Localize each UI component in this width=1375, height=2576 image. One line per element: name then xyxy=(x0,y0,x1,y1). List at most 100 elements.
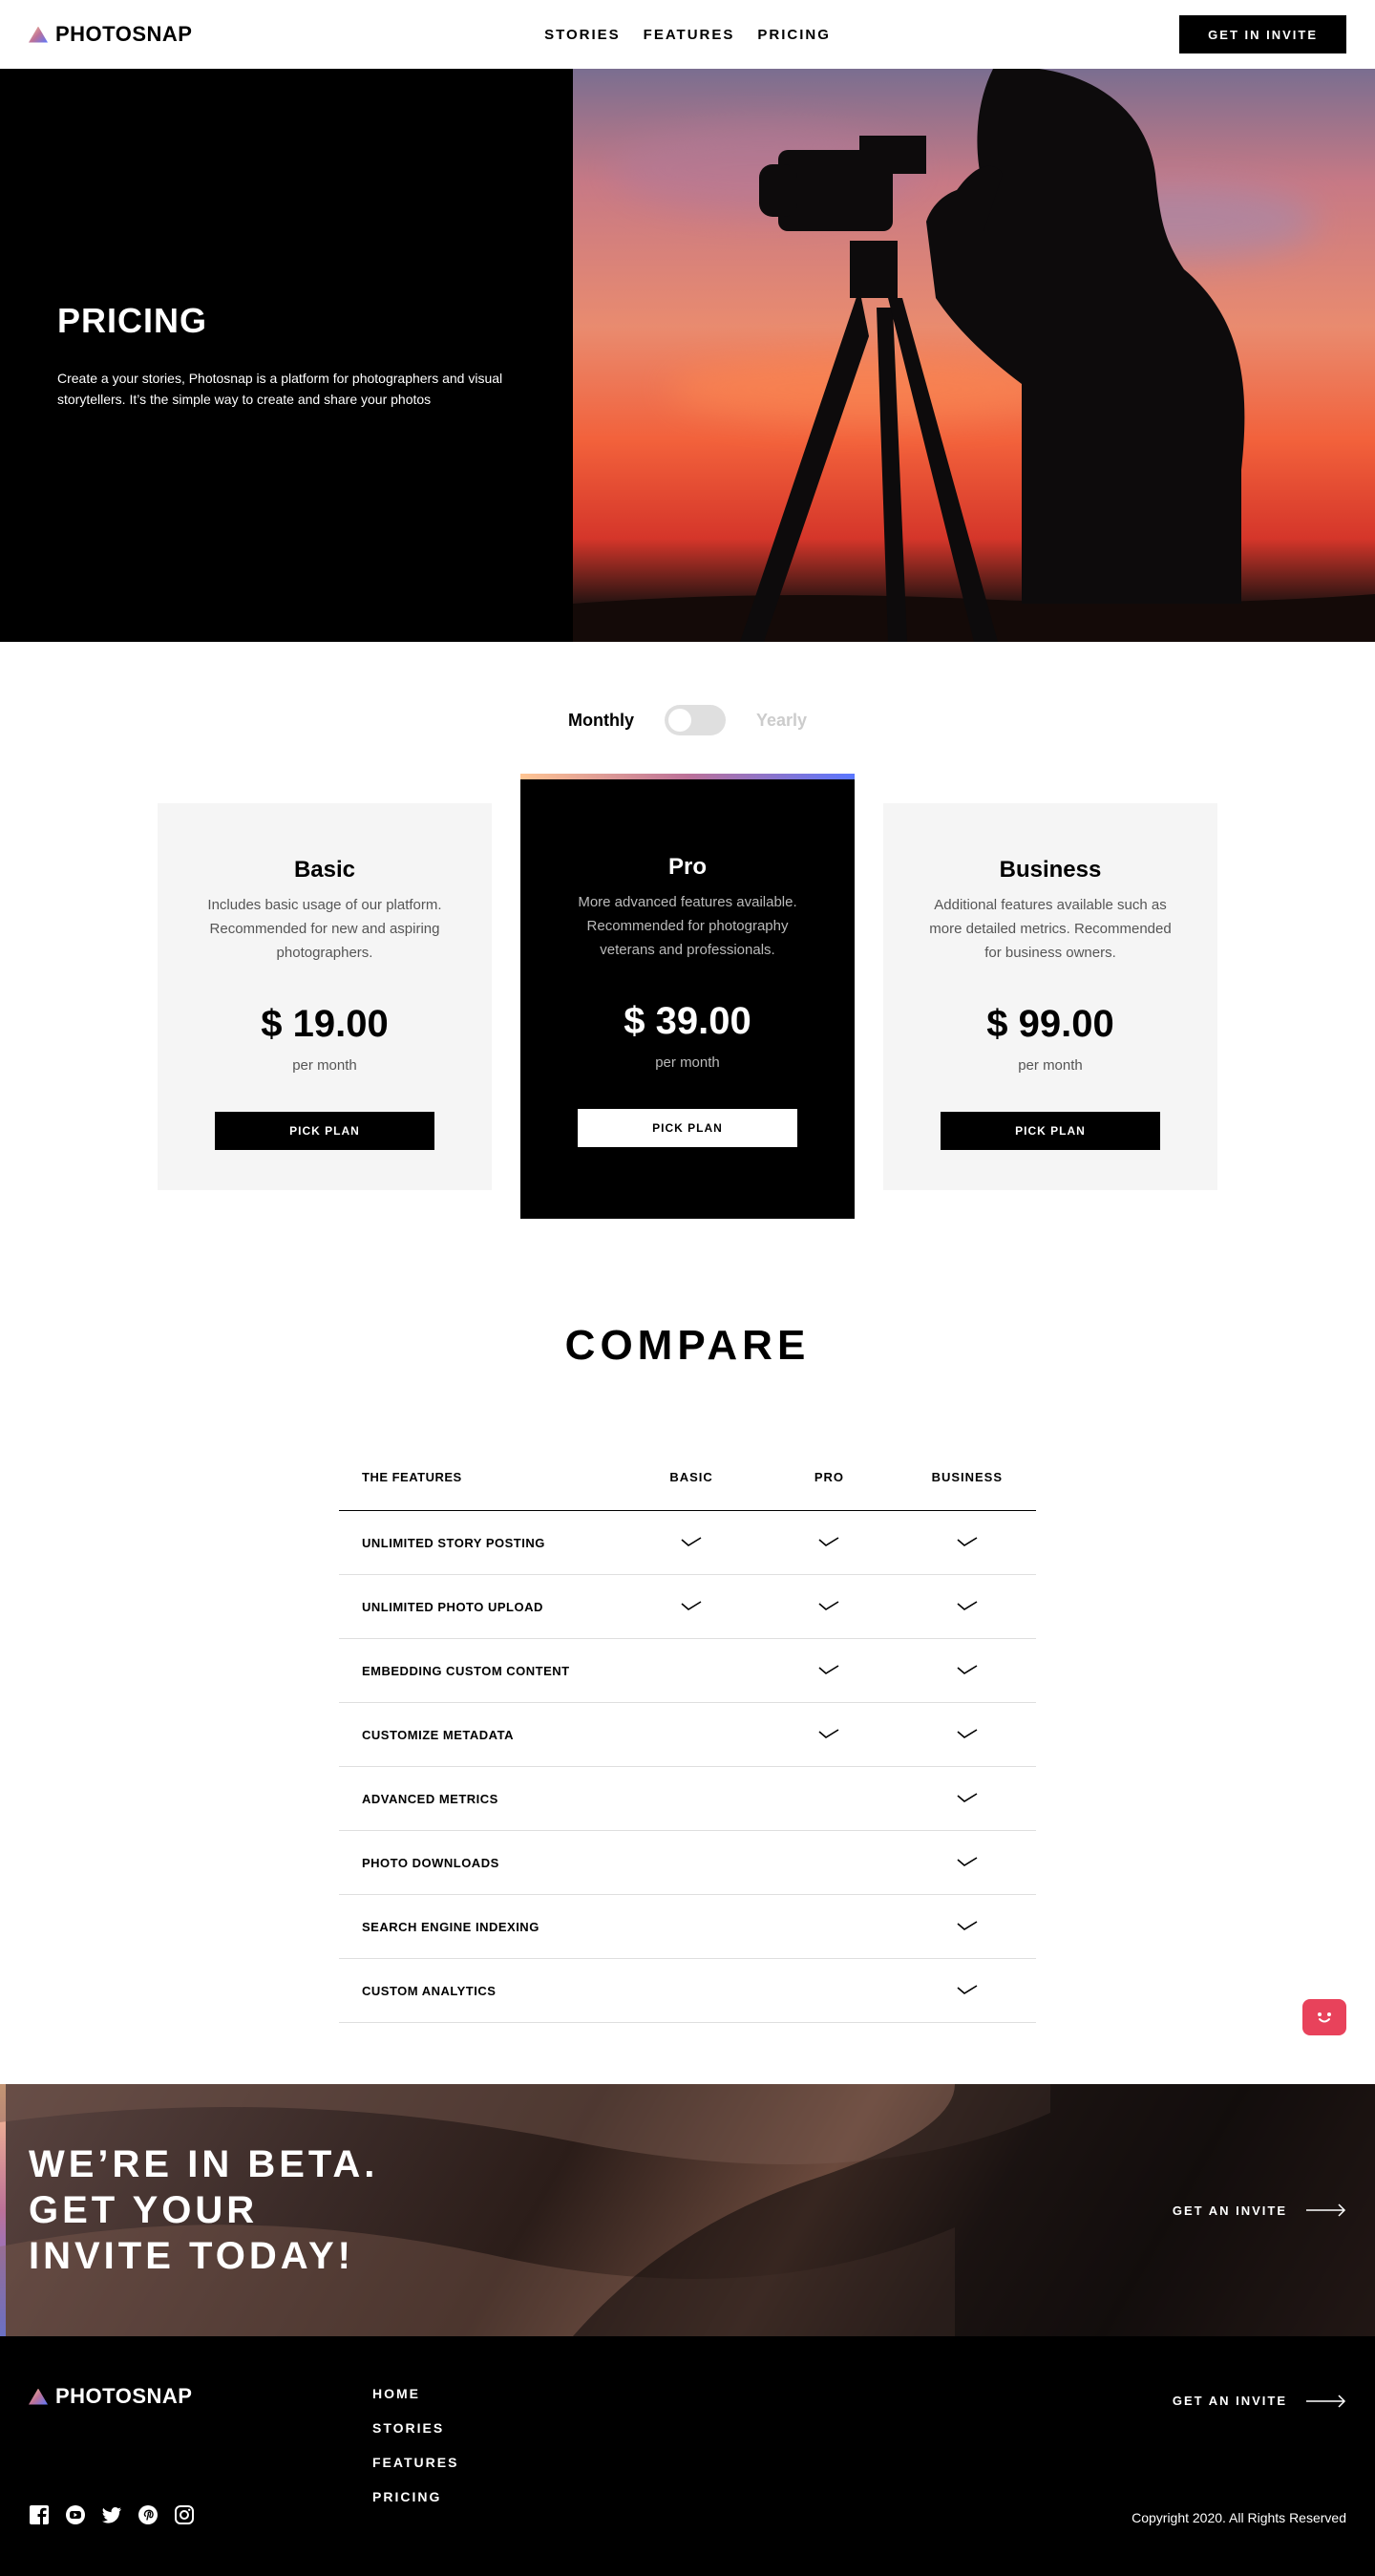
cell-business xyxy=(899,1792,1036,1806)
plan-period: per month xyxy=(1018,1056,1083,1074)
plan-period: per month xyxy=(292,1056,357,1074)
monthly-label[interactable]: Monthly xyxy=(568,711,634,731)
footer-link-home[interactable]: HOME xyxy=(372,2386,458,2401)
nav-features[interactable]: FEATURES xyxy=(644,27,735,43)
table-row: UNLIMITED PHOTO UPLOAD xyxy=(339,1575,1036,1639)
yearly-label[interactable]: Yearly xyxy=(756,711,807,731)
check-icon xyxy=(681,1600,702,1614)
instagram-icon[interactable] xyxy=(174,2504,195,2525)
feature-name: SEARCH ENGINE INDEXING xyxy=(362,1919,539,1934)
get-invite-button[interactable]: GET IN INVITE xyxy=(1179,15,1346,53)
photographer-silhouette xyxy=(573,69,1375,642)
logo-triangle-icon xyxy=(29,2388,48,2405)
feature-name: UNLIMITED PHOTO UPLOAD xyxy=(362,1599,543,1614)
check-icon xyxy=(957,1536,978,1550)
cell-pro xyxy=(760,1536,898,1550)
footer-link-features[interactable]: FEATURES xyxy=(372,2455,458,2470)
feature-name: EMBEDDING CUSTOM CONTENT xyxy=(362,1663,570,1678)
pick-plan-basic-button[interactable]: PICK PLAN xyxy=(215,1111,434,1150)
chat-widget-button[interactable] xyxy=(1302,1999,1346,2035)
switch-knob xyxy=(667,709,691,732)
logo[interactable]: PHOTOSNAP xyxy=(29,22,192,47)
cell-pro xyxy=(760,1728,898,1742)
plan-name: Basic xyxy=(293,856,356,883)
billing-toggle: Monthly Yearly xyxy=(0,705,1375,735)
plan-price: $ 39.00 xyxy=(624,1000,751,1042)
footer-link-pricing[interactable]: PRICING xyxy=(372,2489,458,2504)
table-row: SEARCH ENGINE INDEXING xyxy=(339,1895,1036,1959)
feature-name: CUSTOM ANALYTICS xyxy=(362,1983,497,1998)
facebook-icon[interactable] xyxy=(29,2504,50,2525)
beta-cta-label: GET AN INVITE xyxy=(1172,2203,1287,2218)
header-features: THE FEATURES xyxy=(362,1470,462,1484)
check-icon xyxy=(818,1536,839,1550)
arrow-right-icon xyxy=(1306,2394,1346,2408)
footer-get-invite-link[interactable]: GET AN INVITE xyxy=(1173,2394,1346,2408)
footer-link-stories[interactable]: STORIES xyxy=(372,2420,458,2436)
check-icon xyxy=(957,1792,978,1806)
header-basic: BASIC xyxy=(669,1470,713,1484)
plan-price: $ 19.00 xyxy=(261,1002,389,1045)
cell-business xyxy=(899,1536,1036,1550)
cell-business xyxy=(899,1728,1036,1742)
site-footer: PHOTOSNAP HOME STORIES FEATURES PRICING … xyxy=(0,2336,1375,2576)
cell-business xyxy=(899,1600,1036,1614)
beta-banner: WE’RE IN BETA. GET YOUR INVITE TODAY! GE… xyxy=(0,2084,1375,2336)
check-icon xyxy=(957,1984,978,1998)
hero-text-panel: PRICING Create a your stories, Photosnap… xyxy=(0,69,573,642)
feature-name: UNLIMITED STORY POSTING xyxy=(362,1535,545,1550)
beta-get-invite-link[interactable]: GET AN INVITE xyxy=(1173,2203,1346,2218)
twitter-icon[interactable] xyxy=(101,2504,122,2525)
beta-line-1: WE’RE IN BETA. xyxy=(29,2143,379,2185)
plan-description: Includes basic usage of our platform. Re… xyxy=(207,896,442,961)
chat-smiley-icon xyxy=(1318,2012,1331,2023)
compare-table: THE FEATURES BASIC PRO BUSINESS UNLIMITE… xyxy=(339,1444,1036,2023)
header-business: BUSINESS xyxy=(931,1470,1004,1484)
check-icon xyxy=(957,1856,978,1870)
billing-switch[interactable] xyxy=(664,705,726,735)
cell-basic xyxy=(623,1536,760,1550)
plan-description: More advanced features available. Recomm… xyxy=(578,894,797,958)
check-icon xyxy=(818,1664,839,1678)
plan-price: $ 99.00 xyxy=(986,1002,1114,1045)
table-row: UNLIMITED STORY POSTING xyxy=(339,1511,1036,1575)
feature-name: PHOTO DOWNLOADS xyxy=(362,1855,499,1870)
pricing-plans: Basic Includes basic usage of our platfo… xyxy=(0,774,1375,1219)
nav-stories[interactable]: STORIES xyxy=(544,27,621,43)
table-row: CUSTOM ANALYTICS xyxy=(339,1959,1036,2023)
table-row: CUSTOMIZE METADATA xyxy=(339,1703,1036,1767)
compare-header-row: THE FEATURES BASIC PRO BUSINESS xyxy=(339,1444,1036,1511)
footer-logo[interactable]: PHOTOSNAP xyxy=(29,2384,1346,2409)
table-row: ADVANCED METRICS xyxy=(339,1767,1036,1831)
check-icon xyxy=(681,1536,702,1550)
logo-triangle-icon xyxy=(29,26,48,43)
pinterest-icon[interactable] xyxy=(138,2504,159,2525)
plan-period: per month xyxy=(655,1054,720,1071)
check-icon xyxy=(957,1600,978,1614)
check-icon xyxy=(957,1664,978,1678)
copyright-text: Copyright 2020. All Rights Reserved xyxy=(1132,2510,1346,2525)
footer-cta-label: GET AN INVITE xyxy=(1172,2394,1287,2408)
cell-basic xyxy=(623,1600,760,1614)
cell-business xyxy=(899,1920,1036,1934)
cell-pro xyxy=(760,1664,898,1678)
nav-pricing[interactable]: PRICING xyxy=(757,27,831,43)
beta-line-3: INVITE TODAY! xyxy=(29,2235,354,2277)
youtube-icon[interactable] xyxy=(65,2504,86,2525)
arrow-right-icon xyxy=(1306,2203,1346,2217)
plan-description: Additional features available such as mo… xyxy=(929,896,1172,961)
check-icon xyxy=(957,1920,978,1934)
feature-name: CUSTOMIZE METADATA xyxy=(362,1727,514,1742)
hero: PRICING Create a your stories, Photosnap… xyxy=(0,69,1375,642)
social-links xyxy=(29,2504,195,2525)
plan-card-business: Business Additional features available s… xyxy=(883,802,1217,1190)
compare-title: COMPARE xyxy=(564,1322,811,1369)
page-title: PRICING xyxy=(57,301,208,340)
pick-plan-business-button[interactable]: PICK PLAN xyxy=(941,1111,1160,1150)
beta-line-2: GET YOUR xyxy=(29,2189,259,2231)
pick-plan-pro-button[interactable]: PICK PLAN xyxy=(578,1109,797,1147)
plan-card-basic: Basic Includes basic usage of our platfo… xyxy=(158,802,492,1190)
cell-business xyxy=(899,1856,1036,1870)
beta-title: WE’RE IN BETA. GET YOUR INVITE TODAY! xyxy=(29,2141,378,2279)
footer-nav: HOME STORIES FEATURES PRICING xyxy=(372,2386,458,2504)
